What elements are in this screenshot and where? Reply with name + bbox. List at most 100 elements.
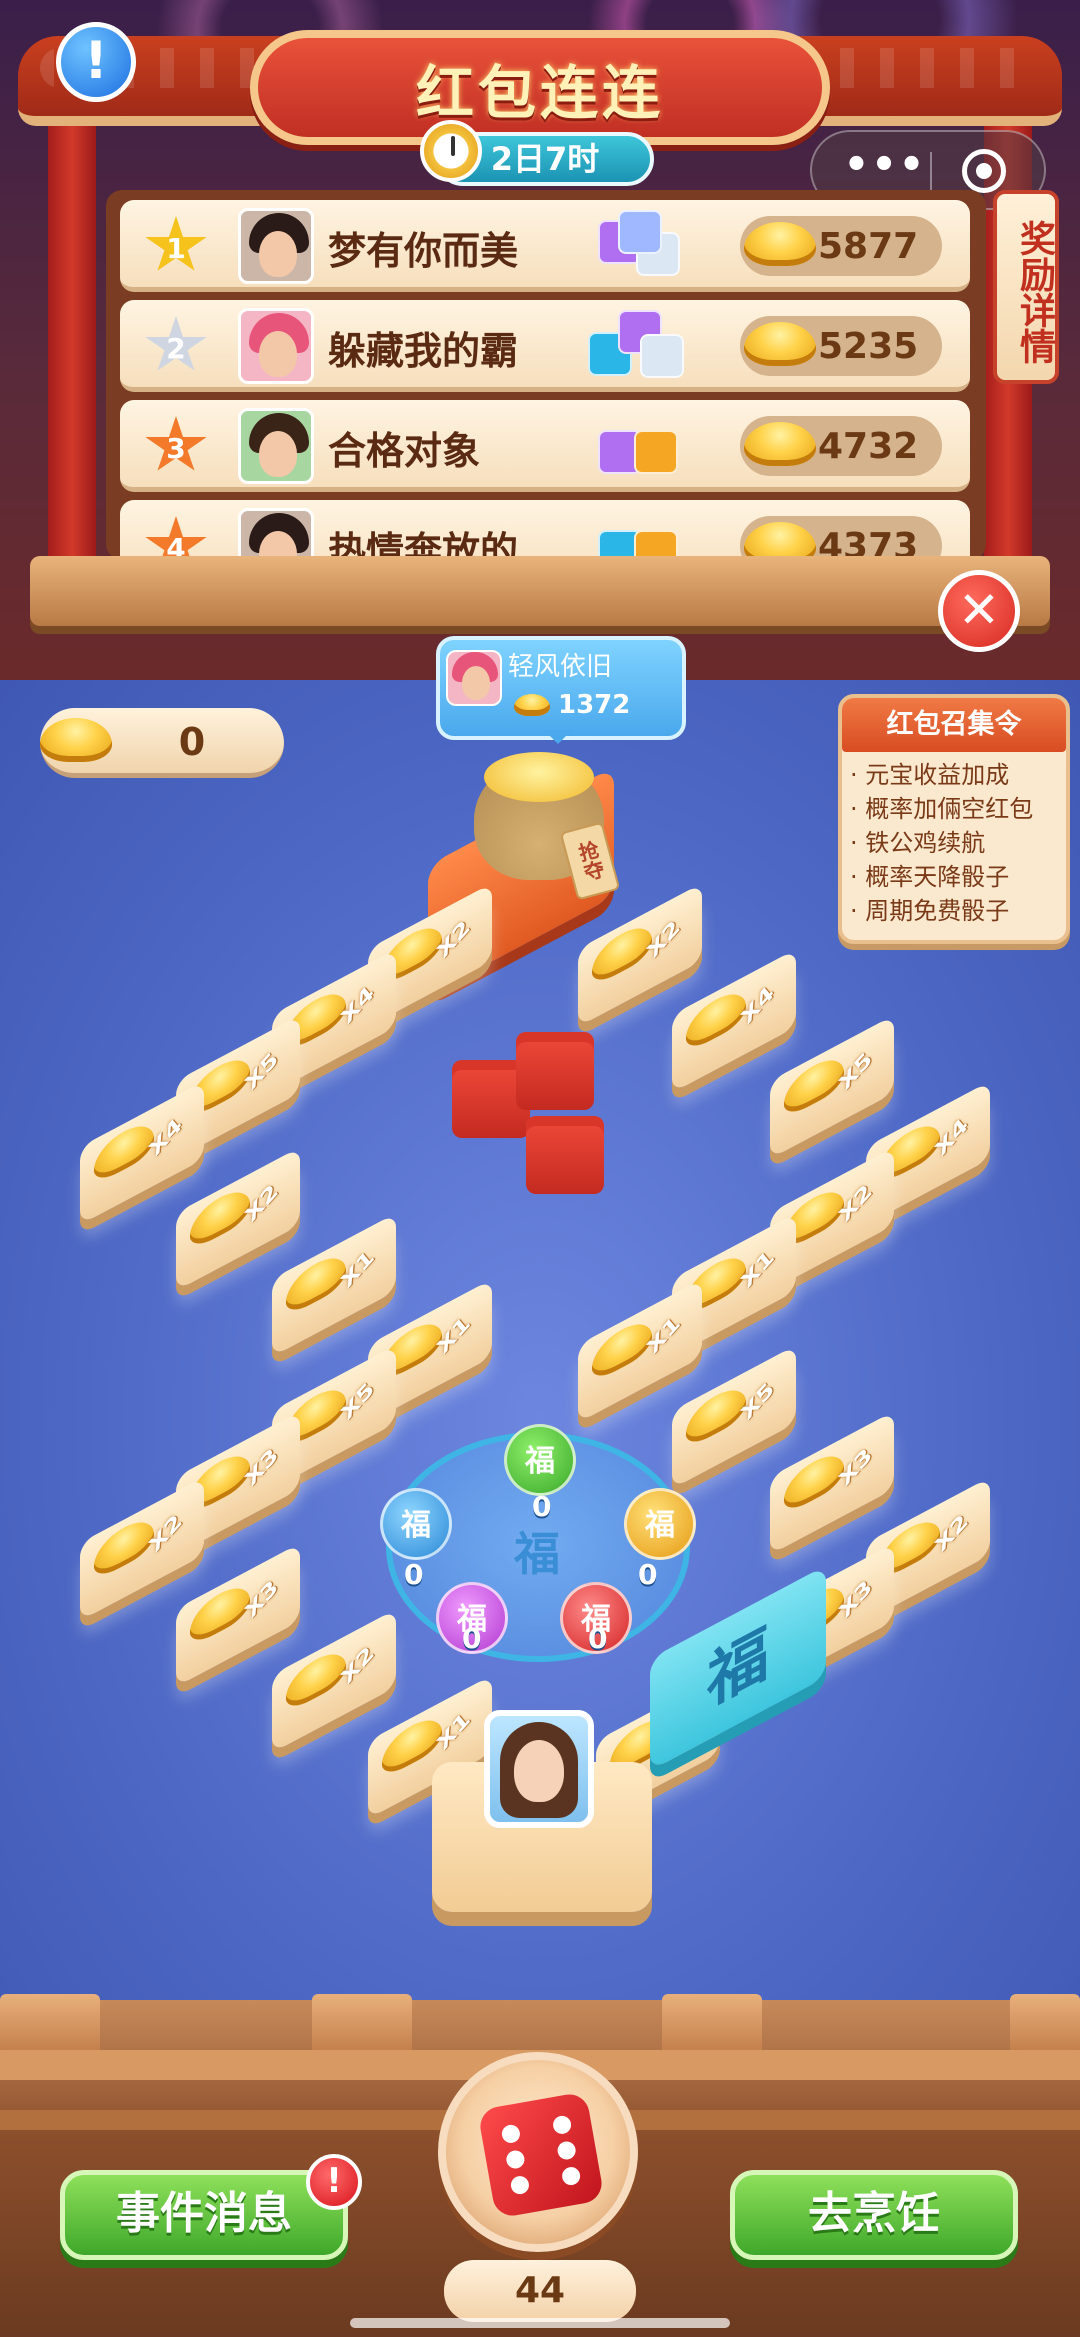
gate-pillar-left	[48, 110, 96, 590]
fu-center-label: 福	[514, 1527, 560, 1581]
avatar-face	[514, 1740, 564, 1802]
top-player-gold: 1372	[558, 690, 631, 720]
tile-multiplier: X3	[835, 1576, 877, 1623]
fu-orb-count: 0	[638, 1558, 658, 1591]
home-indicator[interactable]	[350, 2318, 730, 2328]
player-avatar[interactable]	[484, 1710, 594, 1828]
tile-multiplier: X4	[931, 1114, 973, 1161]
tile-multiplier: X1	[433, 1312, 475, 1359]
my-gold-counter: 0	[40, 708, 284, 778]
leaderboard-row[interactable]: 1 梦有你而美 5877	[120, 200, 970, 292]
avatar	[238, 308, 314, 384]
top-player-name: 轻风依旧	[508, 652, 613, 682]
rank-star-icon: 4	[145, 516, 207, 560]
tile-multiplier: X1	[433, 1708, 475, 1755]
collect-order-item: · 概率加倆空红包	[850, 795, 1034, 823]
gold-pill: 4732	[740, 416, 942, 476]
go-cook-button[interactable]: 去烹饪	[730, 2170, 1018, 2260]
reward-detail-button[interactable]: 奖励详情	[993, 190, 1059, 384]
gold-ingot-icon	[744, 322, 816, 366]
avatar	[446, 650, 502, 706]
close-button[interactable]: ✕	[938, 570, 1020, 652]
tile-multiplier: X3	[241, 1444, 283, 1491]
event-messages-button[interactable]: 事件消息	[60, 2170, 348, 2260]
fu-orb-count: 0	[588, 1622, 608, 1655]
player-name: 梦有你而美	[328, 229, 519, 273]
fu-orb-green: 福	[504, 1424, 576, 1496]
gold-amount: 5877	[818, 226, 919, 267]
tile-multiplier: X2	[433, 916, 475, 963]
tile-multiplier: X1	[737, 1246, 779, 1293]
collect-order-title: 红包召集令	[842, 698, 1066, 752]
title-plaque: 红包连连	[250, 30, 830, 145]
tile-multiplier: X2	[337, 1642, 379, 1689]
tile-multiplier: X3	[835, 1444, 877, 1491]
gold-ingot-icon	[744, 222, 816, 266]
wall-merlon	[1010, 1994, 1080, 2054]
gold-amount: 5235	[818, 326, 919, 367]
collect-order-item: · 周期免费骰子	[850, 897, 1010, 925]
leaderboard-row[interactable]: 3 合格对象 4732	[120, 400, 970, 492]
leaderboard-row[interactable]: 2 躲藏我的霸 5235	[120, 300, 970, 392]
game-screen: 红包连连 2日7时 ! ••• 1 梦有你而美 5877 2 躲藏我的霸 523…	[0, 0, 1080, 2337]
tile-multiplier: X5	[337, 1378, 379, 1425]
leaderboard-row[interactable]: 4 热情奔放的 4373	[120, 500, 970, 560]
tile-multiplier: X2	[241, 1180, 283, 1227]
avatar-face	[259, 431, 297, 477]
gold-pill: 4373	[740, 516, 942, 560]
gold-amount: 4732	[818, 426, 919, 467]
red-envelope-icon	[516, 1032, 594, 1110]
tile-multiplier: X3	[241, 1576, 283, 1623]
avatar-face	[259, 231, 297, 277]
roll-dice-button[interactable]	[438, 2052, 638, 2252]
dice-icon	[477, 2091, 605, 2219]
dice-reward-icon	[588, 510, 688, 560]
red-envelope-icon	[526, 1116, 604, 1194]
alert-badge-icon: !	[306, 2154, 362, 2210]
top-player-bubble[interactable]: 轻风依旧 1372	[436, 636, 686, 744]
collect-order-item: · 铁公鸡续航	[850, 829, 986, 857]
avatar	[238, 508, 314, 560]
avatar-face	[259, 331, 297, 377]
wall-merlon	[0, 1994, 100, 2054]
gold-amount: 4373	[818, 526, 919, 560]
tile-multiplier: X1	[337, 1246, 379, 1293]
leaderboard: 1 梦有你而美 5877 2 躲藏我的霸 5235 3 合格对象 4732 4 …	[106, 190, 986, 560]
collect-order-item: · 概率天降骰子	[850, 863, 1010, 891]
wood-beam	[30, 556, 1050, 626]
tile-multiplier: X4	[737, 982, 779, 1029]
avatar	[238, 408, 314, 484]
close-miniprogram-icon[interactable]	[962, 149, 1006, 193]
gold-pill: 5877	[740, 216, 942, 276]
fu-orb-count: 0	[404, 1558, 424, 1591]
info-button[interactable]: !	[56, 22, 136, 102]
capsule-divider	[930, 152, 932, 190]
tile-multiplier: X2	[835, 1180, 877, 1227]
player-name: 合格对象	[328, 429, 481, 473]
gold-ingot-icon	[744, 422, 816, 466]
avatar-face	[462, 666, 490, 700]
dice-reward-icon	[588, 310, 688, 382]
rank-star-icon: 3	[145, 416, 207, 471]
tile-multiplier: X4	[145, 1114, 187, 1161]
tile-multiplier: X2	[931, 1510, 973, 1557]
fu-orb-count: 0	[462, 1622, 482, 1655]
fu-collection-circle: 福 福 0 福 0 福 0 福 0 福 0	[380, 1424, 696, 1662]
alarm-clock-icon	[420, 120, 482, 182]
dice-reward-icon	[588, 210, 688, 282]
player-name: 热情奔放的	[328, 529, 519, 560]
my-gold-value: 0	[178, 720, 206, 764]
dice-reward-icon	[588, 410, 688, 482]
gold-pile-icon	[484, 752, 594, 802]
rank-star-icon: 2	[145, 316, 207, 371]
collect-order-panel[interactable]: 红包召集令 · 元宝收益加成 · 概率加倆空红包 · 铁公鸡续航 · 概率天降骰…	[838, 694, 1070, 944]
player-name: 躲藏我的霸	[328, 329, 519, 373]
rank-star-icon: 1	[145, 216, 207, 271]
wall-merlon	[662, 1994, 762, 2054]
avatar	[238, 208, 314, 284]
gold-ingot-icon	[744, 522, 816, 560]
wall-merlon	[312, 1994, 412, 2054]
tile-multiplier: X2	[145, 1510, 187, 1557]
tile-multiplier: X5	[241, 1048, 283, 1095]
gold-ingot-icon	[514, 694, 550, 716]
